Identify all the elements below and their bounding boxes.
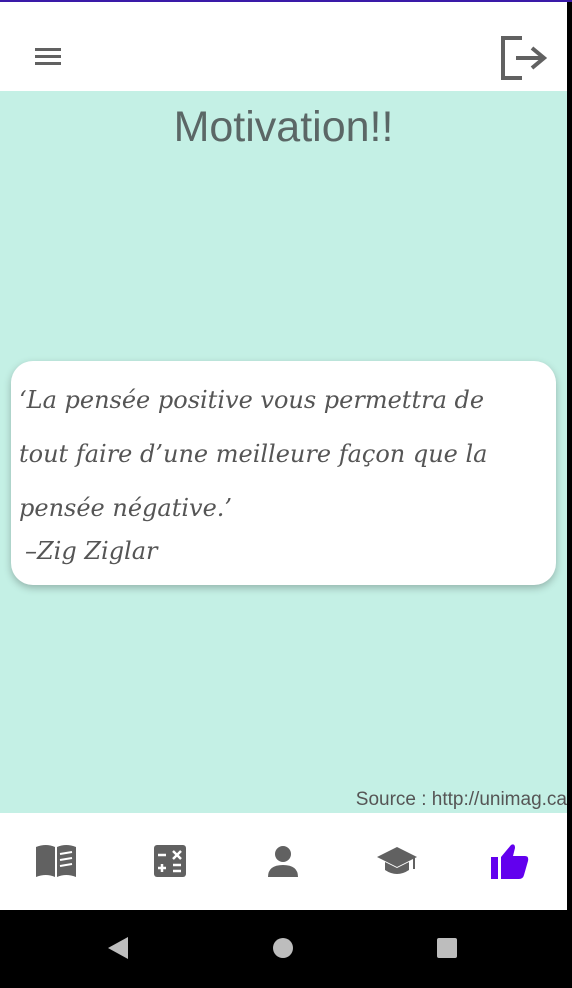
person-icon [268, 846, 298, 877]
nav-item-profile[interactable] [259, 837, 307, 885]
thumbs-up-icon [491, 844, 529, 879]
logout-icon [501, 36, 548, 80]
home-circle-icon [273, 938, 293, 958]
nav-item-calculator[interactable] [146, 837, 194, 885]
quote-author: –Zig Ziglar [25, 537, 158, 565]
nav-item-book[interactable] [32, 837, 80, 885]
graduation-cap-icon [377, 847, 417, 874]
main-content: Motivation!! ‘La pensée positive vous pe… [0, 91, 567, 813]
system-navigation-bar [0, 910, 572, 988]
logout-button[interactable] [494, 28, 554, 88]
quote-card: ‘La pensée positive vous permettra de to… [11, 361, 556, 585]
menu-button[interactable] [22, 32, 74, 80]
quote-text: ‘La pensée positive vous permettra de to… [19, 386, 488, 522]
back-triangle-icon [108, 937, 128, 959]
nav-item-motivation[interactable] [486, 837, 534, 885]
system-home-button[interactable] [263, 928, 303, 968]
page-title: Motivation!! [173, 103, 394, 151]
system-recents-button[interactable] [427, 928, 467, 968]
system-back-button[interactable] [98, 928, 138, 968]
book-icon [36, 845, 76, 877]
top-app-bar [0, 2, 567, 91]
bottom-navigation [0, 813, 567, 910]
source-label: Source : http://unimag.ca [355, 789, 567, 810]
hamburger-menu-icon [35, 48, 61, 65]
nav-item-education[interactable] [373, 837, 421, 885]
calculator-icon [154, 845, 186, 877]
recents-square-icon [437, 938, 457, 958]
